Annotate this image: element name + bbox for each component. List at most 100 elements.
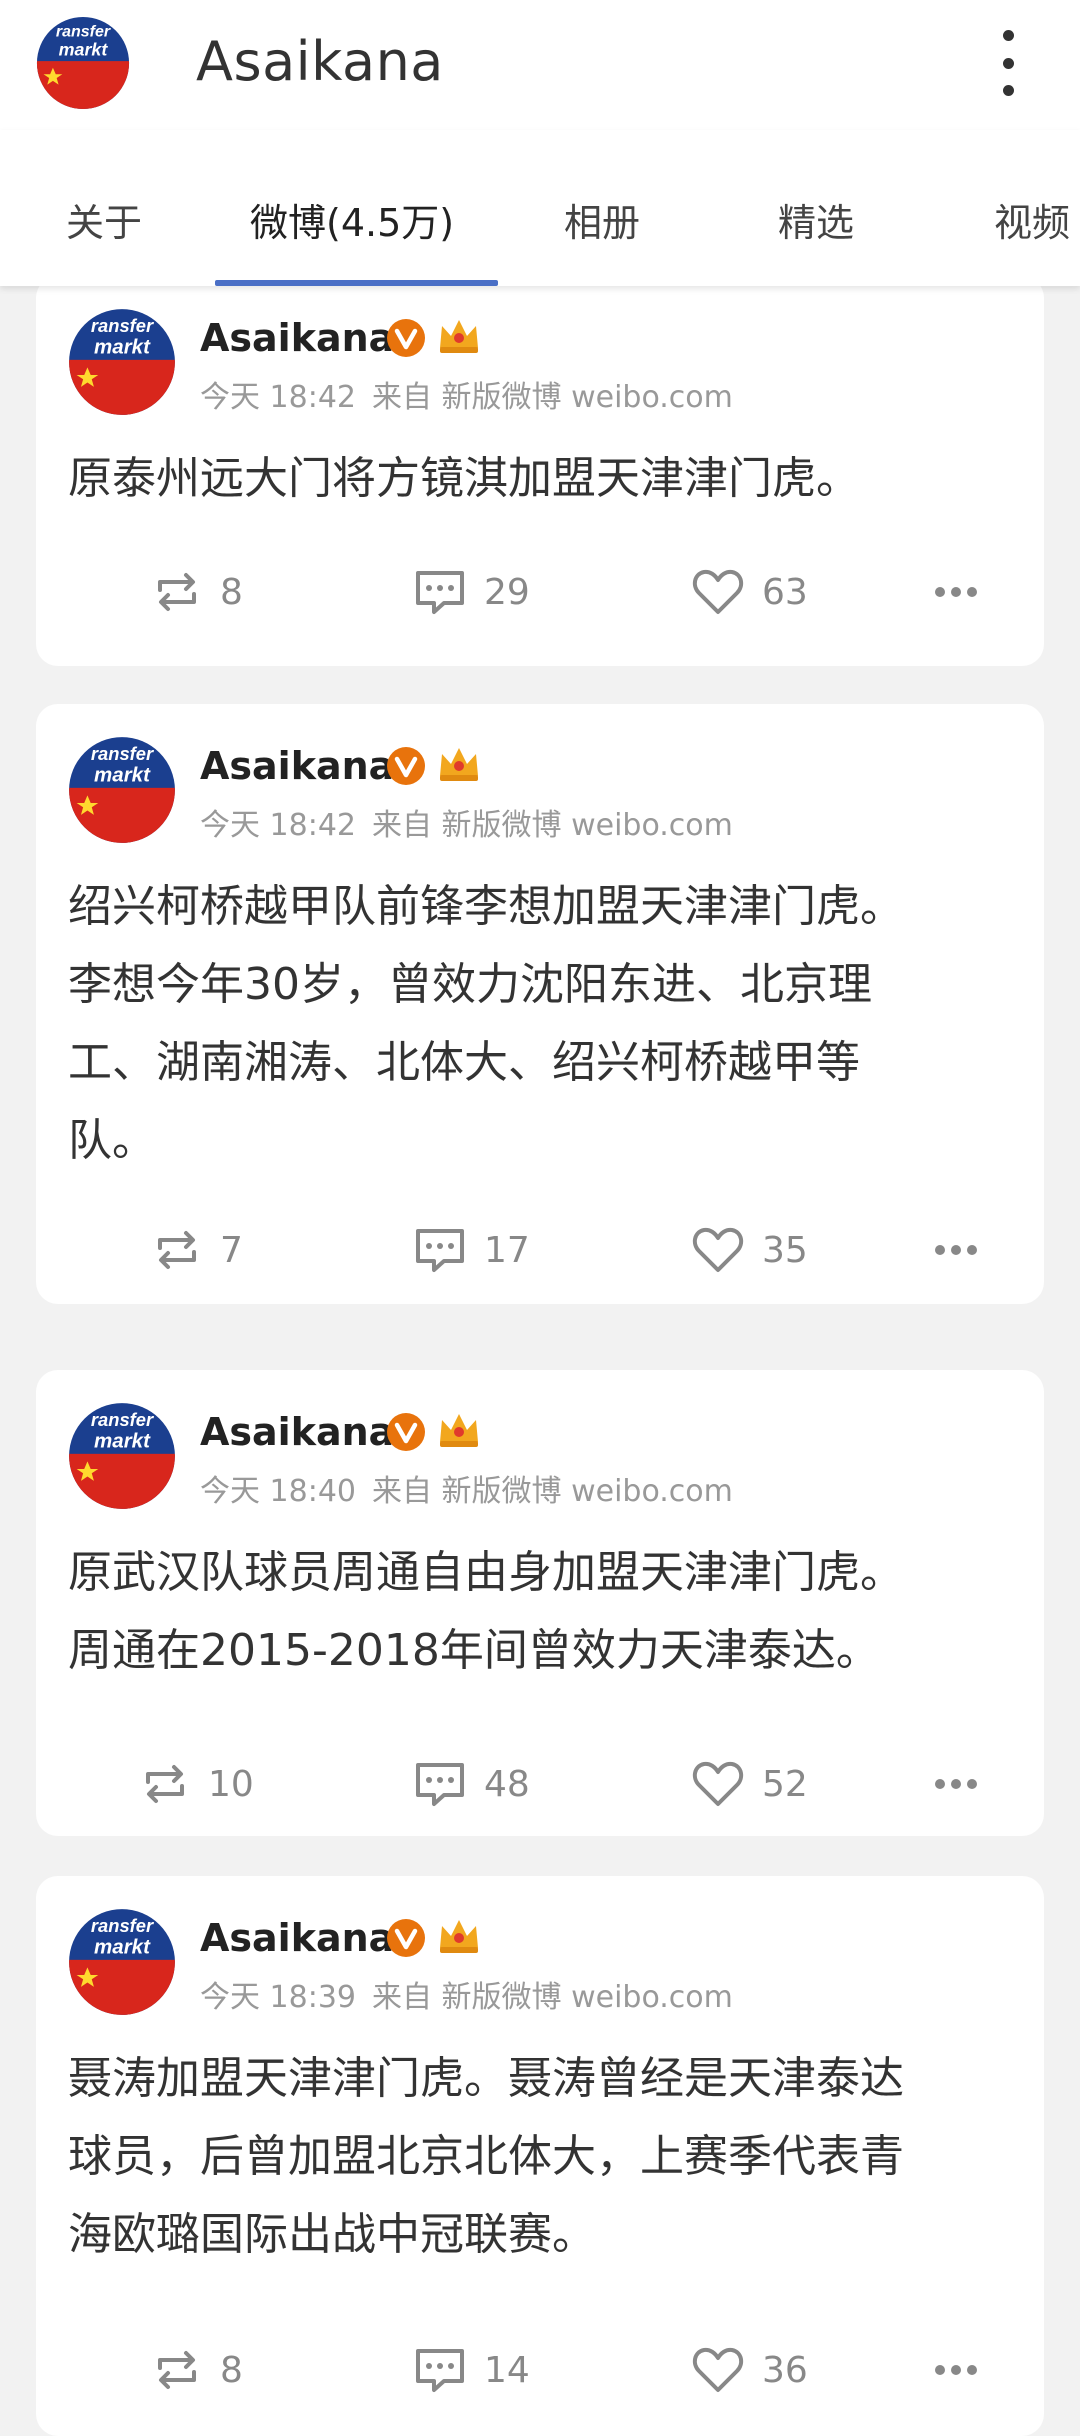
repost-icon	[158, 573, 196, 611]
crown-icon	[440, 748, 478, 781]
post-text[interactable]: 原泰州远大门将方镜淇加盟天津津门虎。	[68, 440, 1018, 518]
like-button[interactable]: 36	[692, 2340, 808, 2400]
tab-about[interactable]: 关于	[66, 192, 142, 252]
author-avatar[interactable]: ransfer markt	[68, 308, 176, 416]
profile-tabs: 关于 微博(4.5万) 相册 精选 视频	[0, 130, 1080, 286]
post-text[interactable]: 原武汉队球员周通自由身加盟天津津门虎。 周通在2015-2018年间曾效力天津泰…	[68, 1534, 1018, 1690]
like-count: 52	[762, 1763, 808, 1805]
post-text-line: 原武汉队球员周通自由身加盟天津津门虎。	[68, 1547, 904, 1598]
crown-icon	[440, 320, 478, 353]
author-name[interactable]: Asaikana	[200, 1410, 394, 1454]
post-meta: 今天 18:40 来自 新版微博 weibo.com	[200, 1466, 733, 1510]
comment-icon	[416, 2349, 464, 2392]
post-text-line: 海欧璐国际出战中冠联赛。	[68, 2209, 596, 2260]
comment-count: 29	[484, 571, 530, 613]
comment-icon	[416, 1763, 464, 1806]
post-more-button[interactable]	[934, 562, 978, 622]
svg-text:ransfer: ransfer	[56, 24, 111, 41]
post-meta: 今天 18:39 来自 新版微博 weibo.com	[200, 1972, 733, 2016]
more-dots-icon	[935, 1779, 977, 1789]
post-time: 今天 18:39	[200, 1980, 356, 2015]
author-avatar[interactable]: ransfer markt	[68, 1908, 176, 2016]
author-name[interactable]: Asaikana	[200, 1916, 394, 1960]
like-icon	[692, 2347, 744, 2392]
svg-text:ransfer: ransfer	[91, 1409, 154, 1430]
author-avatar[interactable]: ransfer markt	[68, 736, 176, 844]
more-dots-icon	[935, 587, 977, 597]
author-name[interactable]: Asaikana	[200, 744, 394, 788]
repost-button[interactable]: 8	[152, 2340, 243, 2400]
post-card[interactable]: ransfer markt Asaikana 今天 18:39 来自 新版微博 w…	[36, 1876, 1044, 2436]
post-source: 来自 新版微博 weibo.com	[372, 808, 733, 843]
repost-button[interactable]: 8	[152, 562, 243, 622]
post-text-line: 球员，后曾加盟北京北体大，上赛季代表青	[68, 2131, 904, 2182]
comment-icon	[416, 571, 464, 614]
verified-icon	[387, 1413, 425, 1451]
post-time: 今天 18:42	[200, 808, 356, 843]
repost-count: 7	[220, 1229, 243, 1271]
comment-count: 48	[484, 1763, 530, 1805]
post-card[interactable]: ransfer markt Asaikana 今天 18:42 来自 新版微博 w…	[36, 276, 1044, 666]
post-more-button[interactable]	[934, 1220, 978, 1280]
like-button[interactable]: 35	[692, 1220, 808, 1280]
svg-text:markt: markt	[59, 39, 109, 59]
svg-text:markt: markt	[94, 335, 151, 358]
post-actions: 10 48 52	[36, 1754, 1044, 1814]
post-text-line: 李想今年30岁，曾效力沈阳东进、北京理	[68, 959, 872, 1010]
post-text-line: 聂涛加盟天津津门虎。聂涛曾经是天津泰达	[68, 2053, 904, 2104]
profile-avatar[interactable]: ransfer markt	[36, 16, 130, 110]
repost-count: 8	[220, 2349, 243, 2391]
crown-icon	[440, 1920, 478, 1953]
post-card[interactable]: ransfer markt Asaikana 今天 18:42 来自 新版微博 w…	[36, 704, 1044, 1304]
like-icon	[692, 1761, 744, 1806]
svg-text:markt: markt	[94, 763, 151, 786]
post-meta: 今天 18:42 来自 新版微博 weibo.com	[200, 372, 733, 416]
post-time: 今天 18:40	[200, 1474, 356, 1509]
like-button[interactable]: 63	[692, 562, 808, 622]
like-button[interactable]: 52	[692, 1754, 808, 1814]
post-more-button[interactable]	[934, 2340, 978, 2400]
more-vertical-icon[interactable]	[985, 30, 1031, 96]
post-text-line: 原泰州远大门将方镜淇加盟天津津门虎。	[68, 453, 860, 504]
like-count: 35	[762, 1229, 808, 1271]
tab-weibo[interactable]: 微博(4.5万)	[250, 192, 454, 252]
author-avatar[interactable]: ransfer markt	[68, 1402, 176, 1510]
repost-icon	[158, 2351, 196, 2389]
tab-video[interactable]: 视频	[994, 192, 1070, 252]
tab-featured[interactable]: 精选	[778, 192, 854, 252]
repost-count: 10	[208, 1763, 254, 1805]
post-text-line: 工、湖南湘涛、北体大、绍兴柯桥越甲等	[68, 1037, 860, 1088]
comment-button[interactable]: 48	[414, 1754, 530, 1814]
top-bar: ransfer markt Asaikana	[0, 0, 1080, 130]
like-count: 63	[762, 571, 808, 613]
comment-button[interactable]: 17	[414, 1220, 530, 1280]
comment-button[interactable]: 14	[414, 2340, 530, 2400]
post-text[interactable]: 绍兴柯桥越甲队前锋李想加盟天津津门虎。 李想今年30岁，曾效力沈阳东进、北京理 …	[68, 868, 1018, 1180]
author-name[interactable]: Asaikana	[200, 316, 394, 360]
tab-active-indicator	[215, 280, 498, 286]
repost-button[interactable]: 10	[140, 1754, 254, 1814]
comment-count: 14	[484, 2349, 530, 2391]
comment-button[interactable]: 29	[414, 562, 530, 622]
post-text-line: 周通在2015-2018年间曾效力天津泰达。	[68, 1625, 880, 1676]
like-icon	[692, 569, 744, 614]
tab-album[interactable]: 相册	[564, 192, 640, 252]
post-source: 来自 新版微博 weibo.com	[372, 1474, 733, 1509]
svg-text:ransfer: ransfer	[91, 315, 154, 336]
repost-button[interactable]: 7	[152, 1220, 243, 1280]
post-actions: 7 17 35	[36, 1220, 1044, 1280]
svg-text:markt: markt	[94, 1935, 151, 1958]
more-dots-icon	[935, 1245, 977, 1255]
post-text[interactable]: 聂涛加盟天津津门虎。聂涛曾经是天津泰达 球员，后曾加盟北京北体大，上赛季代表青 …	[68, 2040, 1018, 2274]
like-count: 36	[762, 2349, 808, 2391]
repost-count: 8	[220, 571, 243, 613]
svg-text:ransfer: ransfer	[91, 1915, 154, 1936]
post-source: 来自 新版微博 weibo.com	[372, 1980, 733, 2015]
post-actions: 8 14 36	[36, 2340, 1044, 2400]
repost-icon	[146, 1765, 184, 1803]
post-more-button[interactable]	[934, 1754, 978, 1814]
verified-icon	[387, 747, 425, 785]
more-dots-icon	[935, 2365, 977, 2375]
post-card[interactable]: ransfer markt Asaikana 今天 18:40 来自 新版微博 w…	[36, 1370, 1044, 1836]
post-source: 来自 新版微博 weibo.com	[372, 380, 733, 415]
